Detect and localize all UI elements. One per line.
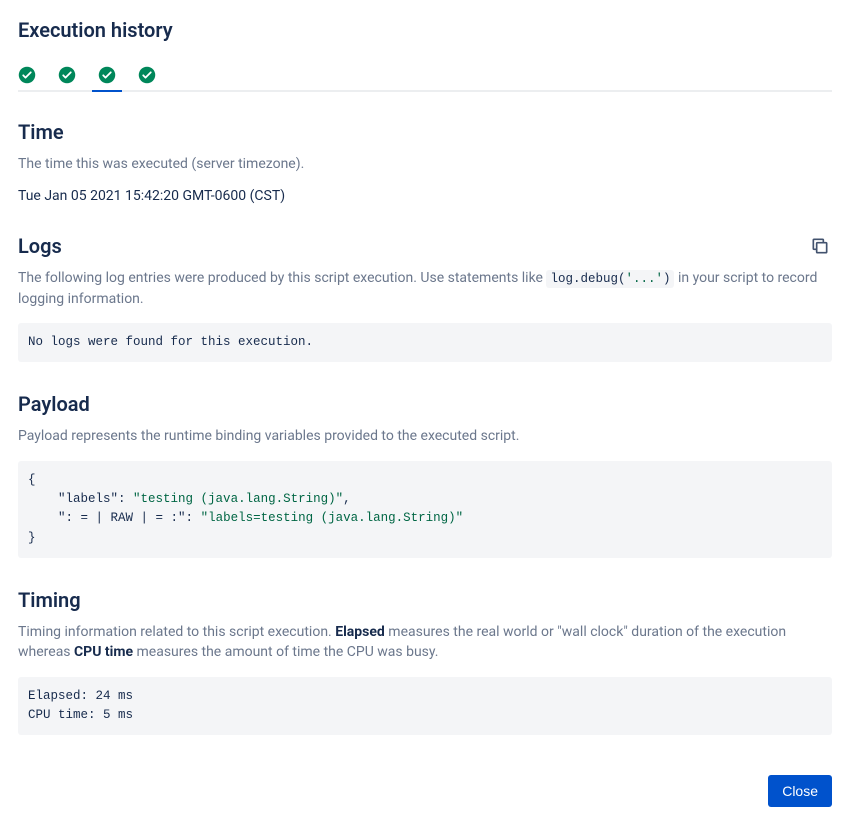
timing-output: Elapsed: 24 ms CPU time: 5 ms [18,677,832,736]
time-value: Tue Jan 05 2021 15:42:20 GMT-0600 (CST) [18,188,832,204]
execution-tab-4[interactable] [138,66,156,90]
logs-heading: Logs [18,234,62,258]
time-section: Time The time this was executed (server … [18,120,832,204]
copy-icon [810,236,830,256]
payload-helper: Payload represents the runtime binding v… [18,426,832,446]
execution-tab-3[interactable] [98,66,116,90]
check-circle-icon [98,66,116,84]
timing-section: Timing Timing information related to thi… [18,588,832,735]
execution-tab-2[interactable] [58,66,76,90]
timing-helper: Timing information related to this scrip… [18,622,832,663]
close-button[interactable]: Close [768,775,832,807]
execution-tab-1[interactable] [18,66,36,90]
payload-output: { "labels": "testing (java.lang.String)"… [18,461,832,559]
execution-tabs [18,66,832,92]
logs-output: No logs were found for this execution. [18,323,832,362]
copy-logs-button[interactable] [808,234,832,261]
logs-helper: The following log entries were produced … [18,268,832,309]
timing-heading: Timing [18,588,832,612]
check-circle-icon [138,66,156,84]
check-circle-icon [18,66,36,84]
payload-section: Payload Payload represents the runtime b… [18,392,832,558]
page-title: Execution history [18,18,832,42]
logs-section: Logs The following log entries were prod… [18,234,832,362]
check-circle-icon [58,66,76,84]
footer: Close [18,775,832,807]
payload-heading: Payload [18,392,832,416]
time-helper: The time this was executed (server timez… [18,154,832,174]
time-heading: Time [18,120,832,144]
